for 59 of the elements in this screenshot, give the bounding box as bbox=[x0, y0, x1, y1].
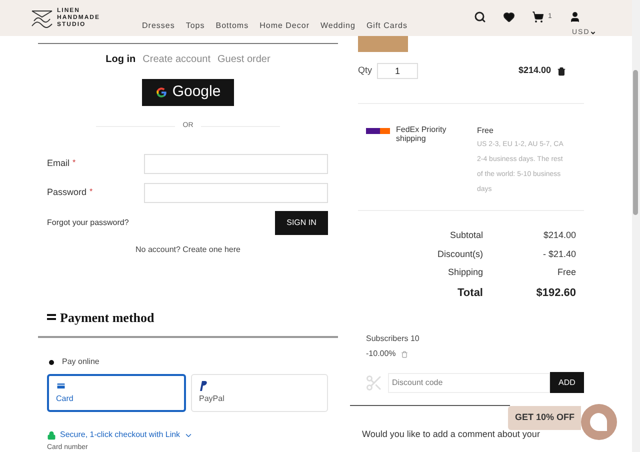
nav-link[interactable]: Tops bbox=[186, 20, 205, 32]
promo-badge[interactable]: GET 10% OFF bbox=[508, 406, 581, 430]
login-tab[interactable]: Guest order bbox=[218, 52, 270, 67]
required-marker: * bbox=[90, 186, 93, 198]
payment-method-tab[interactable]: PayPal bbox=[191, 374, 328, 412]
discount-name: Subscribers 10 bbox=[366, 333, 420, 345]
shipping-price: Free bbox=[477, 125, 494, 137]
discount-amount: -10.00% bbox=[366, 348, 396, 360]
create-account-link[interactable]: No account? Create one here bbox=[136, 244, 240, 256]
heart-icon[interactable] bbox=[503, 11, 515, 23]
add-discount-button[interactable]: ADD bbox=[550, 372, 584, 393]
account-icon[interactable] bbox=[568, 11, 581, 23]
discount-code-field[interactable]: Discount code bbox=[388, 372, 550, 392]
sign-in-button[interactable]: SIGN IN bbox=[275, 210, 328, 234]
paypal-icon bbox=[199, 381, 207, 391]
nav-link[interactable]: Bottoms bbox=[216, 20, 249, 32]
total-label: Total bbox=[456, 286, 483, 300]
scissors-icon bbox=[365, 374, 383, 392]
qty-label: Qty bbox=[358, 64, 372, 78]
cart-icon[interactable] bbox=[532, 11, 544, 23]
total-label: Shipping bbox=[446, 266, 483, 279]
total-label: Subtotal bbox=[448, 229, 483, 242]
nav-link[interactable]: Wedding bbox=[320, 20, 356, 32]
input-field[interactable] bbox=[144, 154, 328, 174]
chat-icon bbox=[589, 412, 609, 432]
shipping-carrier: FedEx Priority shipping bbox=[396, 125, 448, 145]
nav-link[interactable]: Home Decor bbox=[260, 20, 310, 32]
input-field[interactable] bbox=[144, 182, 328, 202]
google-button[interactable]: Google bbox=[142, 79, 234, 106]
line-price: $214.00 bbox=[518, 64, 551, 78]
forgot-password-link[interactable]: Forgot your password? bbox=[47, 216, 129, 228]
scrollbar-thumb[interactable] bbox=[633, 70, 638, 215]
login-tab[interactable]: Create account bbox=[142, 52, 210, 67]
total-value: - $21.40 bbox=[542, 248, 576, 260]
caret-icon bbox=[590, 30, 596, 36]
logo-icon bbox=[31, 8, 53, 28]
payment-option-label: Pay online bbox=[62, 356, 100, 368]
nav-link[interactable]: Dresses bbox=[142, 20, 175, 32]
total-value: Free bbox=[556, 266, 576, 279]
comment-prompt: Would you like to add a comment about your bbox=[362, 428, 541, 441]
qty-field[interactable]: 1 bbox=[377, 63, 418, 79]
search-icon[interactable] bbox=[474, 11, 486, 23]
lock-icon bbox=[47, 430, 56, 440]
menu-icon bbox=[47, 314, 56, 320]
login-tab[interactable]: Log in bbox=[106, 52, 136, 67]
field-label: Password bbox=[47, 186, 87, 199]
nav-link[interactable]: Gift Cards bbox=[366, 20, 408, 32]
google-icon bbox=[155, 86, 168, 99]
required-marker: * bbox=[72, 156, 76, 169]
fedex-logo-icon bbox=[366, 127, 390, 135]
payment-method-tab[interactable]: Card bbox=[47, 374, 186, 412]
trash-icon[interactable] bbox=[557, 66, 566, 76]
field-label: Email bbox=[47, 156, 70, 170]
section-heading: Payment method bbox=[60, 308, 154, 327]
remove-discount-icon[interactable] bbox=[400, 350, 408, 358]
total-value: $214.00 bbox=[542, 229, 576, 242]
total-label: Discount(s) bbox=[436, 248, 483, 261]
link-checkout-link[interactable]: Secure, 1-click checkout with Link bbox=[47, 429, 338, 441]
total-value: $192.60 bbox=[535, 286, 576, 300]
